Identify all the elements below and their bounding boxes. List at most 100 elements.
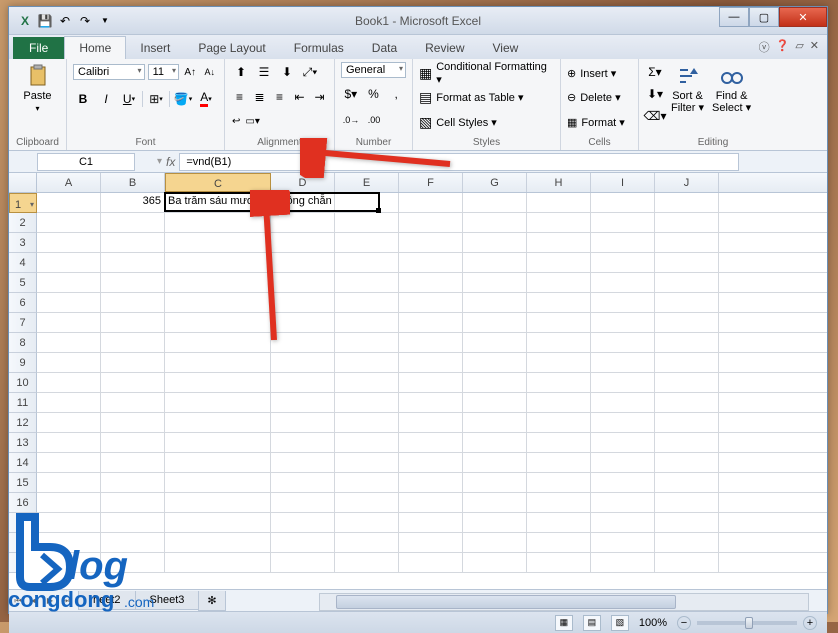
sort-filter-button[interactable]: Sort & Filter ▾ [669,62,706,128]
font-size-select[interactable]: 11 [148,64,179,80]
excel-icon[interactable]: X [17,13,33,29]
zoom-in-button[interactable]: + [803,616,817,630]
row-3[interactable]: 3 [9,233,37,253]
percent-button[interactable]: % [364,84,384,104]
svg-text:congdong: congdong [8,587,114,612]
conditional-formatting-button[interactable]: Conditional Formatting ▾ [435,63,554,83]
col-g[interactable]: G [463,173,527,192]
cell-styles-button[interactable]: Cell Styles ▾ [435,112,498,132]
new-sheet-tab[interactable]: ✻ [198,591,225,611]
tab-review[interactable]: Review [411,37,478,59]
group-font: Calibri 11 A↑ A↓ B I U▾ ⊞▾ 🪣▾ A▾ Font [67,59,225,150]
ribbon-tabs: File Home Insert Page Layout Formulas Da… [9,35,827,59]
row-4[interactable]: 4 [9,253,37,273]
font-color-button[interactable]: A▾ [196,89,216,109]
name-box[interactable] [37,153,135,171]
cell-b1[interactable]: 365 [101,193,165,212]
undo-icon[interactable]: ↶ [57,13,73,29]
tab-home[interactable]: Home [64,36,126,59]
increase-font-icon[interactable]: A↑ [182,62,199,82]
page-break-view-button[interactable]: ▧ [611,615,629,631]
col-b[interactable]: B [101,173,165,192]
row-1[interactable]: 1 [9,193,37,213]
decrease-decimal-icon[interactable]: .00 [364,110,384,130]
tab-data[interactable]: Data [358,37,411,59]
row-6[interactable]: 6 [9,293,37,313]
clear-button[interactable]: ⌫▾ [645,106,665,126]
zoom-out-button[interactable]: − [677,616,691,630]
border-button[interactable]: ⊞▾ [146,89,166,109]
row-15[interactable]: 15 [9,473,37,493]
binoculars-icon [720,64,744,88]
fill-color-button[interactable]: 🪣▾ [173,89,193,109]
qat-customize-icon[interactable]: ▼ [97,13,113,29]
row-2[interactable]: 2 [9,213,37,233]
comma-button[interactable]: , [386,84,406,104]
align-top-icon[interactable]: ⬆ [231,62,251,82]
maximize-button[interactable]: ▢ [749,7,779,27]
zoom-slider[interactable] [697,621,797,625]
align-left-icon[interactable]: ≡ [231,87,248,107]
currency-button[interactable]: $▾ [341,84,361,104]
decrease-indent-icon[interactable]: ⇤ [291,87,308,107]
tab-view[interactable]: View [479,37,533,59]
italic-button[interactable]: I [96,89,116,109]
cancel-formula-icon[interactable]: ▾ [157,156,162,167]
align-bottom-icon[interactable]: ⬇ [277,62,297,82]
format-button[interactable]: Format ▾ [580,112,625,132]
row-10[interactable]: 10 [9,373,37,393]
help-icon[interactable]: ❓ [776,39,790,55]
insert-button[interactable]: Insert ▾ [579,63,617,83]
merge-button[interactable]: ▭▾ [244,111,260,131]
find-select-button[interactable]: Find & Select ▾ [710,62,753,128]
delete-icon: ⊖ [567,91,576,104]
autosum-button[interactable]: Σ▾ [645,62,665,82]
font-name-select[interactable]: Calibri [73,64,145,80]
row-13[interactable]: 13 [9,433,37,453]
orientation-icon[interactable]: ⤢▾ [300,62,320,82]
wrap-text-button[interactable]: ↩ [231,111,241,131]
horizontal-scrollbar[interactable] [319,593,809,611]
row-8[interactable]: 8 [9,333,37,353]
col-a[interactable]: A [37,173,101,192]
select-all-corner[interactable] [9,173,37,192]
underline-button[interactable]: U▾ [119,89,139,109]
col-i[interactable]: I [591,173,655,192]
row-7[interactable]: 7 [9,313,37,333]
fill-button[interactable]: ⬇▾ [645,84,665,104]
delete-button[interactable]: Delete ▾ [579,88,621,108]
close-workbook-icon[interactable]: ✕ [810,39,819,55]
tab-file[interactable]: File [13,37,64,59]
col-j[interactable]: J [655,173,719,192]
tab-page-layout[interactable]: Page Layout [184,37,279,59]
save-icon[interactable]: 💾 [37,13,53,29]
row-14[interactable]: 14 [9,453,37,473]
row-9[interactable]: 9 [9,353,37,373]
fx-icon[interactable]: fx [166,155,175,169]
align-middle-icon[interactable]: ☰ [254,62,274,82]
row-5[interactable]: 5 [9,273,37,293]
minimize-button[interactable]: — [719,7,749,27]
normal-view-button[interactable]: ▦ [555,615,573,631]
row-12[interactable]: 12 [9,413,37,433]
tab-insert[interactable]: Insert [126,37,184,59]
paste-button[interactable]: Paste ▾ [15,62,60,115]
page-layout-view-button[interactable]: ▤ [583,615,601,631]
font-label: Font [73,136,218,149]
restore-window-icon[interactable]: ▱ [795,39,803,55]
increase-decimal-icon[interactable]: .0→ [341,110,361,130]
tab-formulas[interactable]: Formulas [280,37,358,59]
align-center-icon[interactable]: ≣ [251,87,268,107]
increase-indent-icon[interactable]: ⇥ [311,87,328,107]
format-table-button[interactable]: Format as Table ▾ [435,88,524,108]
align-right-icon[interactable]: ≡ [271,87,288,107]
decrease-font-icon[interactable]: A↓ [201,62,218,82]
bold-button[interactable]: B [73,89,93,109]
col-h[interactable]: H [527,173,591,192]
number-format-select[interactable]: General [341,62,406,78]
minimize-ribbon-icon[interactable]: ⓥ [759,39,770,55]
row-11[interactable]: 11 [9,393,37,413]
svg-text:log: log [68,544,128,588]
close-button[interactable]: ✕ [779,7,827,27]
redo-icon[interactable]: ↷ [77,13,93,29]
